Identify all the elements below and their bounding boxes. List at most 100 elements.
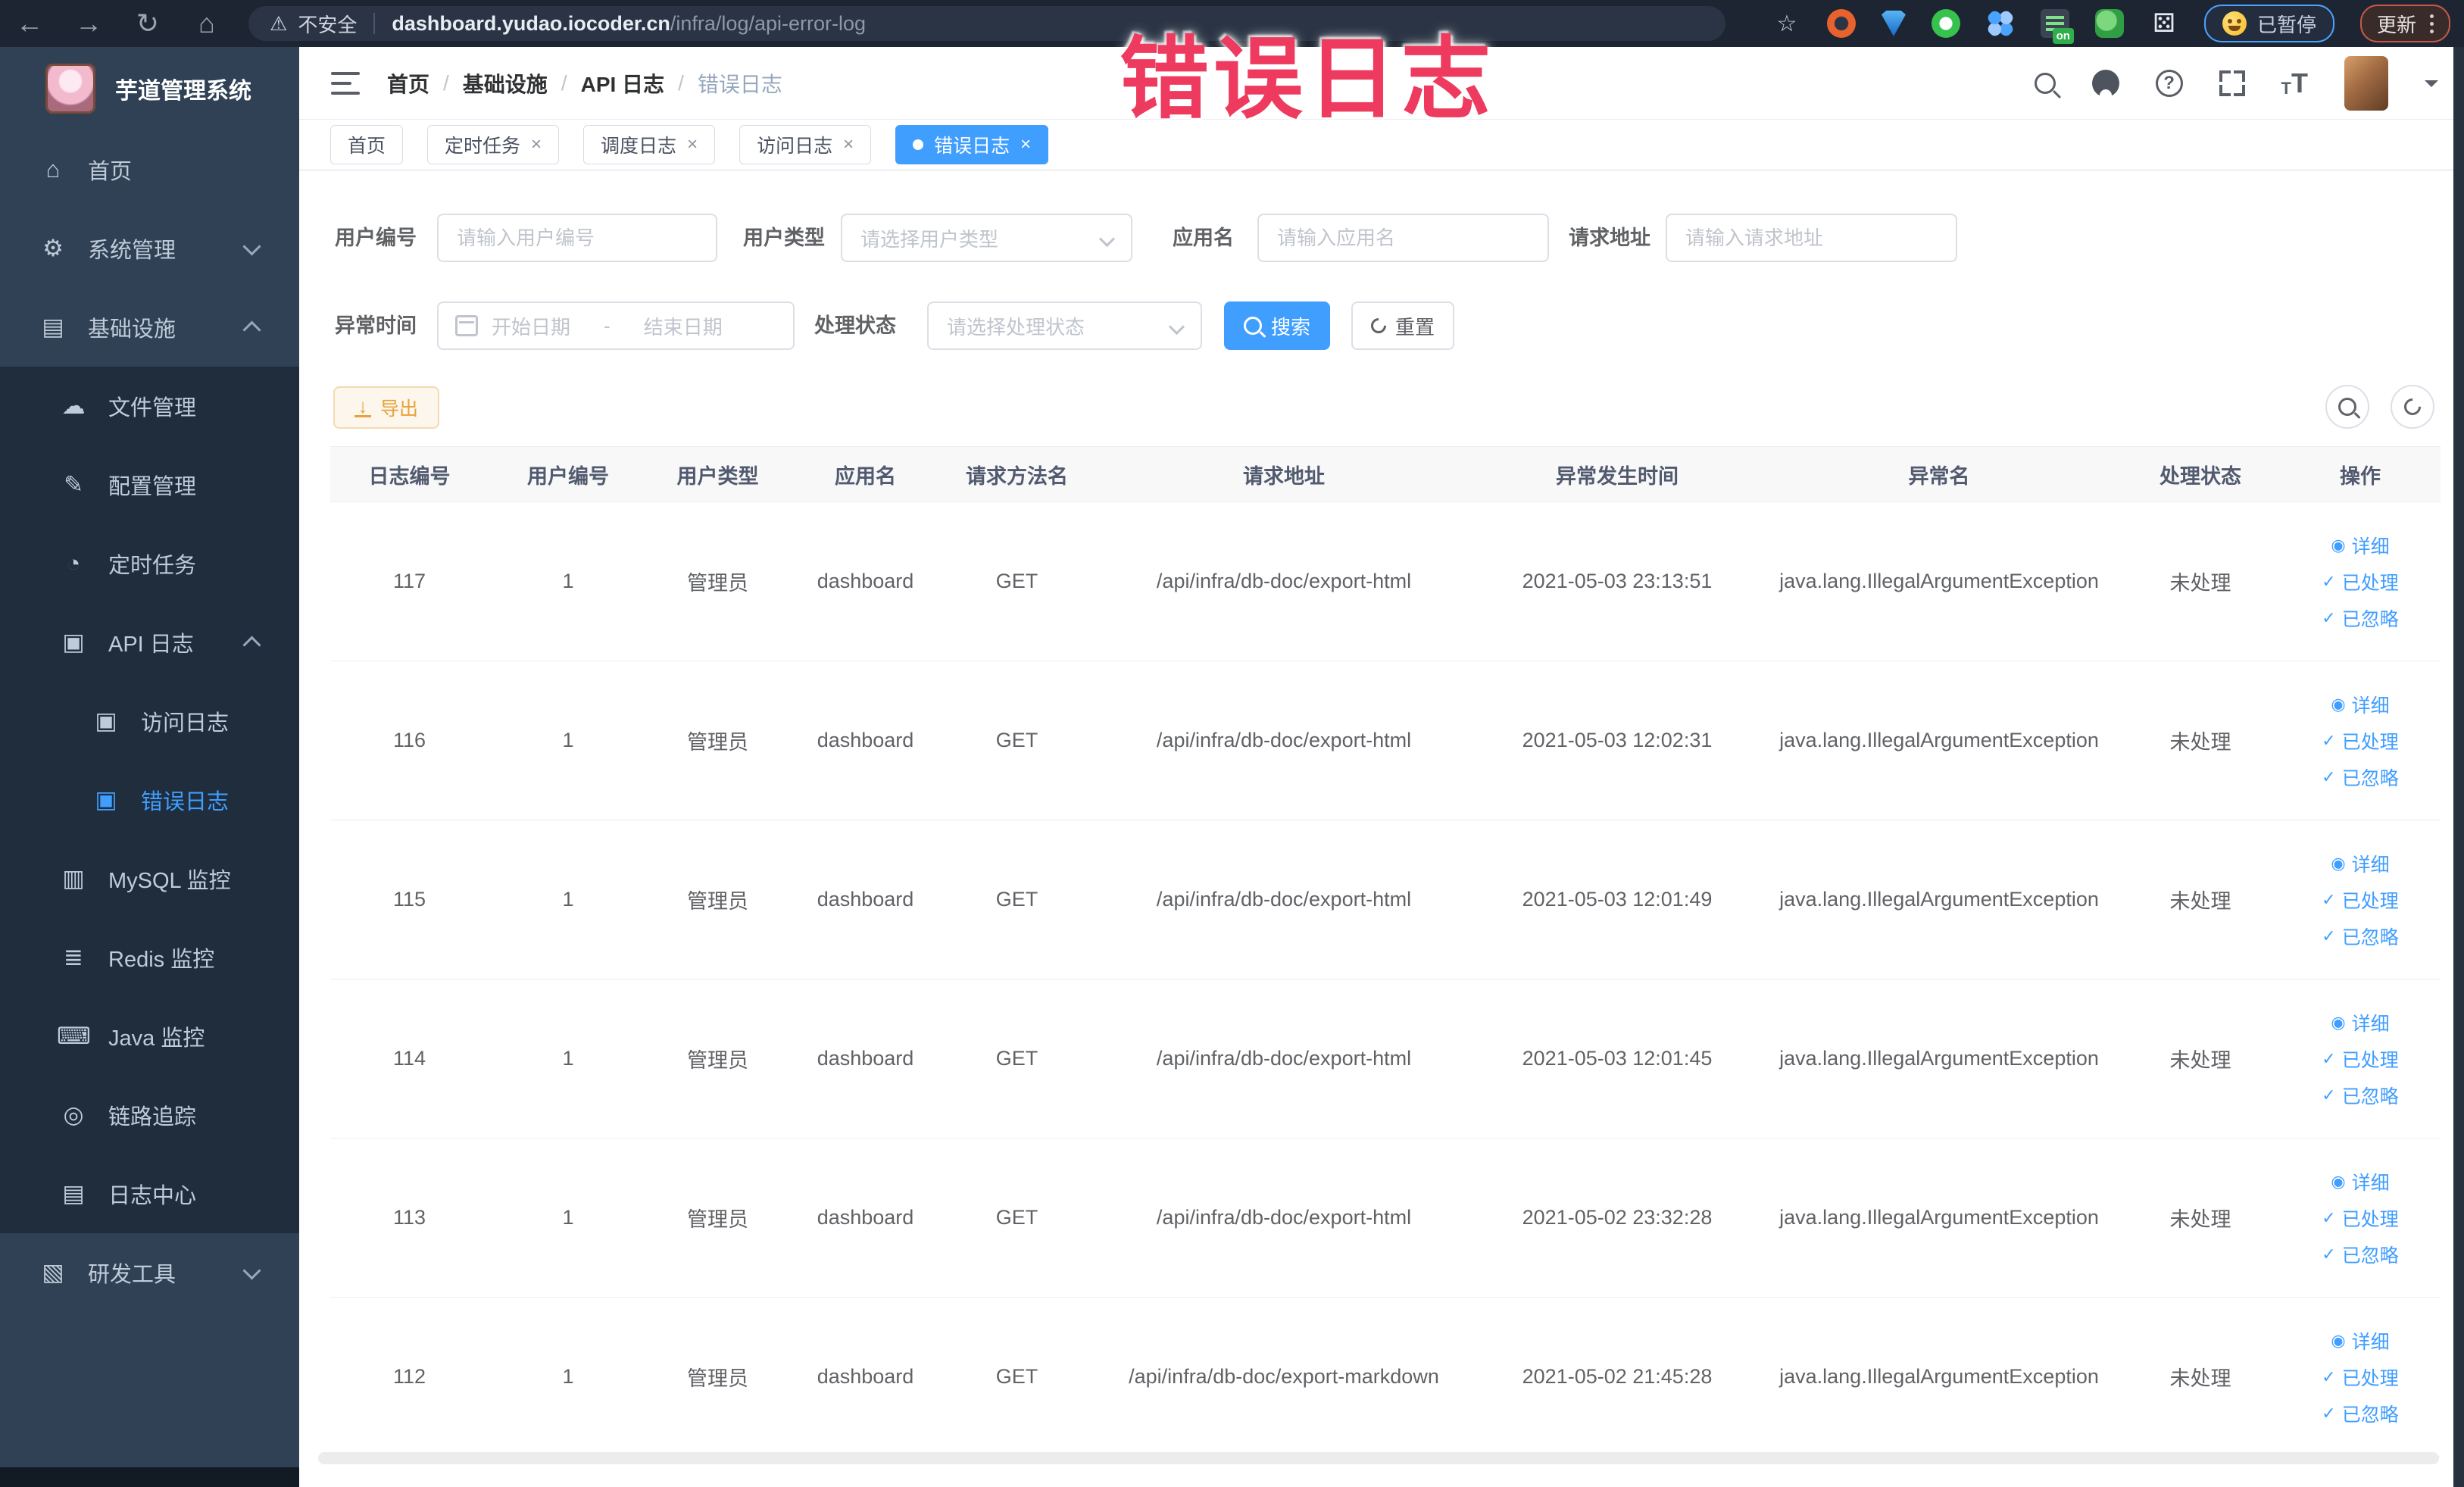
fullscreen-icon[interactable] [2219, 70, 2245, 96]
user-type-select[interactable]: 请选择用户类型 [841, 214, 1132, 262]
sidebar-item-label: 链路追踪 [108, 1105, 197, 1129]
action-已忽略[interactable]: ✓ 已忽略 [2322, 923, 2398, 950]
browser-menu-icon[interactable] [2430, 14, 2434, 33]
action-详细[interactable]: ◉ 详细 [2331, 532, 2389, 559]
refresh-table-button[interactable] [2391, 385, 2434, 429]
sidebar-item-系统管理[interactable]: ⚙ 系统管理 [0, 209, 299, 288]
sidebar-item-定时任务[interactable]: ◔ 定时任务 [0, 524, 299, 603]
action-已忽略[interactable]: ✓ 已忽略 [2322, 1400, 2398, 1427]
sidebar-item-基础设施[interactable]: ▤ 基础设施 [0, 288, 299, 367]
vertical-scrollbar[interactable] [2453, 47, 2464, 1487]
sidebar-item-错误日志[interactable]: ▣ 错误日志 [0, 761, 299, 839]
action-详细[interactable]: ◉ 详细 [2331, 1168, 2389, 1195]
cell-status: 未处理 [2169, 890, 2231, 913]
sidebar-item-MySQL 监控[interactable]: ▥ MySQL 监控 [0, 839, 299, 918]
breadcrumb-item[interactable]: 首页 [387, 68, 429, 98]
reset-button[interactable]: 重置 [1351, 301, 1454, 350]
action-详细[interactable]: ◉ 详细 [2331, 1327, 2389, 1354]
tab-访问日志[interactable]: 访问日志 × [739, 125, 872, 164]
tab-调度日志[interactable]: 调度日志 × [583, 125, 716, 164]
reload-icon[interactable]: ↻ [118, 0, 177, 47]
sidebar-item-配置管理[interactable]: ✎ 配置管理 [0, 445, 299, 524]
action-详细[interactable]: ◉ 详细 [2331, 1009, 2389, 1036]
sidebar-item-Java 监控[interactable]: ⌨ Java 监控 [0, 997, 299, 1076]
user-id-input[interactable] [437, 214, 717, 262]
close-icon[interactable]: × [531, 136, 542, 154]
action-已处理[interactable]: ✓ 已处理 [2322, 568, 2398, 595]
column-header: 用户类型 [676, 464, 759, 488]
tab-label: 访问日志 [757, 136, 833, 157]
action-已忽略[interactable]: ✓ 已忽略 [2322, 1241, 2398, 1268]
panel-on-extension-icon[interactable]: on [2040, 9, 2074, 44]
sidebar-item-日志中心[interactable]: ▤ 日志中心 [0, 1154, 299, 1233]
tab-定时任务[interactable]: 定时任务 × [427, 125, 560, 164]
action-已处理[interactable]: ✓ 已处理 [2322, 1364, 2398, 1391]
home-icon[interactable]: ⌂ [177, 0, 236, 47]
user-type-label: 用户类型 [743, 226, 825, 249]
menu-fold-icon[interactable] [331, 71, 360, 95]
horizontal-scrollbar[interactable] [318, 1452, 2439, 1464]
search-icon[interactable] [2034, 72, 2056, 94]
paused-badge[interactable]: 已暂停 [2203, 5, 2334, 42]
export-button[interactable]: ↓ 导出 [333, 386, 439, 429]
action-详细[interactable]: ◉ 详细 [2331, 691, 2389, 718]
sidebar-item-Redis 监控[interactable]: ≣ Redis 监控 [0, 918, 299, 997]
action-已处理[interactable]: ✓ 已处理 [2322, 886, 2398, 914]
tab-首页[interactable]: 首页 [330, 125, 404, 164]
sidebar-item-研发工具[interactable]: ▧ 研发工具 [0, 1233, 299, 1312]
bookmark-star-icon[interactable]: ☆ [1772, 9, 1801, 38]
sidebar-item-首页[interactable]: ⌂ 首页 [0, 130, 299, 209]
close-icon[interactable]: × [1020, 136, 1031, 154]
request-url-input[interactable] [1666, 214, 1957, 262]
cell-user_id: 1 [562, 729, 574, 751]
logo-row[interactable]: 芋道管理系统 [0, 47, 299, 130]
search-button[interactable]: 搜索 [1224, 301, 1330, 350]
puzzle-extensions-icon[interactable]: ⚄ [2150, 9, 2178, 38]
chevron-down-icon[interactable] [2425, 80, 2438, 94]
log-center-icon: ▤ [62, 1180, 85, 1207]
help-icon[interactable]: ? [2155, 69, 2183, 97]
sidebar-item-链路追踪[interactable]: ◎ 链路追踪 [0, 1076, 299, 1154]
close-icon[interactable]: × [843, 136, 854, 154]
sidebar-item-API 日志[interactable]: ▣ API 日志 [0, 603, 299, 682]
action-已忽略[interactable]: ✓ 已忽略 [2322, 1082, 2398, 1109]
tab-错误日志[interactable]: 错误日志 × [895, 125, 1049, 164]
tab-label: 调度日志 [601, 136, 677, 157]
grid-extension-icon[interactable] [1985, 9, 2015, 38]
text-size-icon[interactable]: TT [2281, 69, 2308, 97]
circle-extension-icon[interactable] [1826, 9, 1856, 38]
sidebar-item-文件管理[interactable]: ☁ 文件管理 [0, 367, 299, 445]
breadcrumb-item[interactable]: API 日志 [581, 68, 664, 98]
address-bar[interactable]: ⚠ 不安全 dashboard.yudao.iocoder.cn /infra/… [248, 6, 1725, 41]
cell-url: /api/infra/db-doc/export-html [1156, 570, 1412, 592]
action-已忽略[interactable]: ✓ 已忽略 [2322, 764, 2398, 791]
sidebar-item-label: API 日志 [108, 633, 194, 657]
action-已处理[interactable]: ✓ 已处理 [2322, 1045, 2398, 1073]
sidebar-item-访问日志[interactable]: ▣ 访问日志 [0, 682, 299, 761]
cell-status: 未处理 [2169, 1049, 2231, 1072]
hide-search-button[interactable] [2325, 385, 2369, 429]
update-button[interactable]: 更新 [2359, 5, 2450, 42]
shield-extension-icon[interactable] [1881, 11, 1906, 36]
cell-exception: java.lang.IllegalArgumentException [1779, 1365, 2099, 1388]
action-已处理[interactable]: ✓ 已处理 [2322, 1204, 2398, 1232]
process-status-select[interactable]: 请选择处理状态 [927, 301, 1202, 350]
breadcrumb-item[interactable]: 基础设施 [463, 68, 548, 98]
leaf-extension-icon[interactable] [2094, 9, 2124, 38]
exception-time-range[interactable]: 开始日期 - 结束日期 [437, 301, 795, 350]
action-详细[interactable]: ◉ 详细 [2331, 850, 2389, 877]
column-header: 处理状态 [2160, 464, 2241, 488]
action-已忽略[interactable]: ✓ 已忽略 [2322, 604, 2398, 632]
close-icon[interactable]: × [687, 136, 698, 154]
search-icon [2338, 398, 2356, 416]
user-avatar[interactable] [2344, 55, 2388, 111]
ring-extension-icon[interactable] [1931, 9, 1960, 38]
cell-user_type: 管理员 [687, 731, 748, 754]
back-icon[interactable]: ← [0, 0, 59, 47]
app-name-input[interactable] [1257, 214, 1549, 262]
table-row: 114 1 管理员 dashboard GET/api/infra/db-doc/exp… [330, 979, 2441, 1139]
cell-app_name: dashboard [817, 729, 914, 751]
forward-icon[interactable]: → [59, 0, 118, 47]
github-icon[interactable] [2091, 69, 2119, 97]
action-已处理[interactable]: ✓ 已处理 [2322, 727, 2398, 754]
